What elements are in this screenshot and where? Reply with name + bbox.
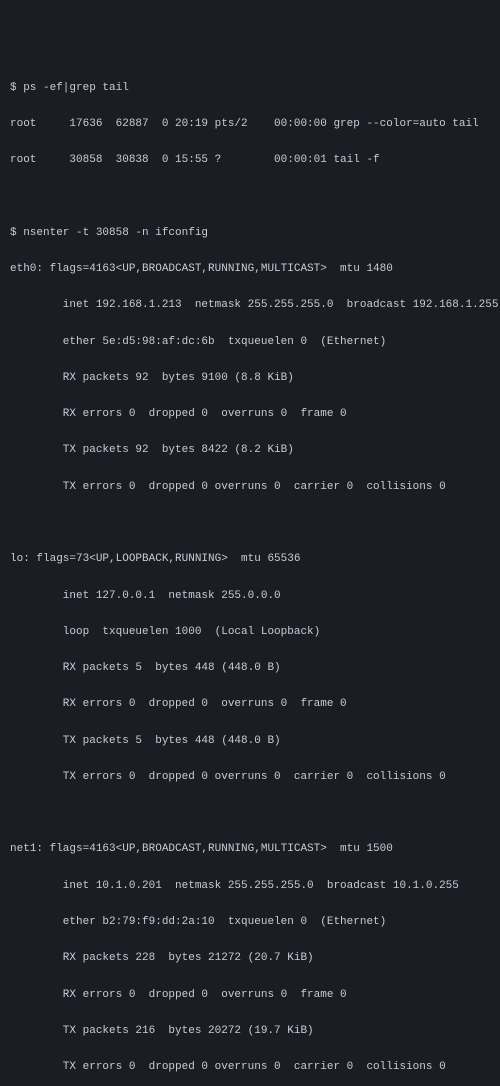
iface-lo-loop: loop txqueuelen 1000 (Local Loopback): [10, 623, 490, 641]
iface-eth0-rx-packets: RX packets 92 bytes 9100 (8.8 KiB): [10, 369, 490, 387]
iface-eth0-tx-errors: TX errors 0 dropped 0 overruns 0 carrier…: [10, 478, 490, 496]
command-ps: ps -ef|grep tail: [23, 82, 129, 94]
iface-net1-inet: inet 10.1.0.201 netmask 255.255.255.0 br…: [10, 877, 490, 895]
iface-lo-tx-errors: TX errors 0 dropped 0 overruns 0 carrier…: [10, 768, 490, 786]
cmd-line-ps: $ ps -ef|grep tail: [10, 79, 490, 97]
iface-net1-ether: ether b2:79:f9:dd:2a:10 txqueuelen 0 (Et…: [10, 913, 490, 931]
iface-lo-rx-packets: RX packets 5 bytes 448 (448.0 B): [10, 659, 490, 677]
iface-eth0-tx-packets: TX packets 92 bytes 8422 (8.2 KiB): [10, 441, 490, 459]
iface-net1-rx-errors: RX errors 0 dropped 0 overruns 0 frame 0: [10, 986, 490, 1004]
iface-eth0-ether: ether 5e:d5:98:af:dc:6b txqueuelen 0 (Et…: [10, 333, 490, 351]
iface-lo-tx-packets: TX packets 5 bytes 448 (448.0 B): [10, 732, 490, 750]
iface-net1-tx-errors: TX errors 0 dropped 0 overruns 0 carrier…: [10, 1058, 490, 1076]
iface-eth0-header: eth0: flags=4163<UP,BROADCAST,RUNNING,MU…: [10, 260, 490, 278]
iface-eth0-rx-errors: RX errors 0 dropped 0 overruns 0 frame 0: [10, 405, 490, 423]
cmd-line-nsenter: $ nsenter -t 30858 -n ifconfig: [10, 224, 490, 242]
prompt: $: [10, 82, 23, 94]
iface-net1-tx-packets: TX packets 216 bytes 20272 (19.7 KiB): [10, 1022, 490, 1040]
blank-line: [10, 514, 490, 532]
ps-output-row: root 17636 62887 0 20:19 pts/2 00:00:00 …: [10, 115, 490, 133]
iface-eth0-inet: inet 192.168.1.213 netmask 255.255.255.0…: [10, 296, 490, 314]
blank-line: [10, 804, 490, 822]
iface-net1-header: net1: flags=4163<UP,BROADCAST,RUNNING,MU…: [10, 840, 490, 858]
iface-lo-rx-errors: RX errors 0 dropped 0 overruns 0 frame 0: [10, 695, 490, 713]
command-nsenter: nsenter -t 30858 -n ifconfig: [23, 227, 208, 239]
ps-output-row: root 30858 30838 0 15:55 ? 00:00:01 tail…: [10, 151, 490, 169]
prompt: $: [10, 227, 23, 239]
blank-line: [10, 187, 490, 205]
iface-net1-rx-packets: RX packets 228 bytes 21272 (20.7 KiB): [10, 949, 490, 967]
iface-lo-inet: inet 127.0.0.1 netmask 255.0.0.0: [10, 587, 490, 605]
iface-lo-header: lo: flags=73<UP,LOOPBACK,RUNNING> mtu 65…: [10, 550, 490, 568]
